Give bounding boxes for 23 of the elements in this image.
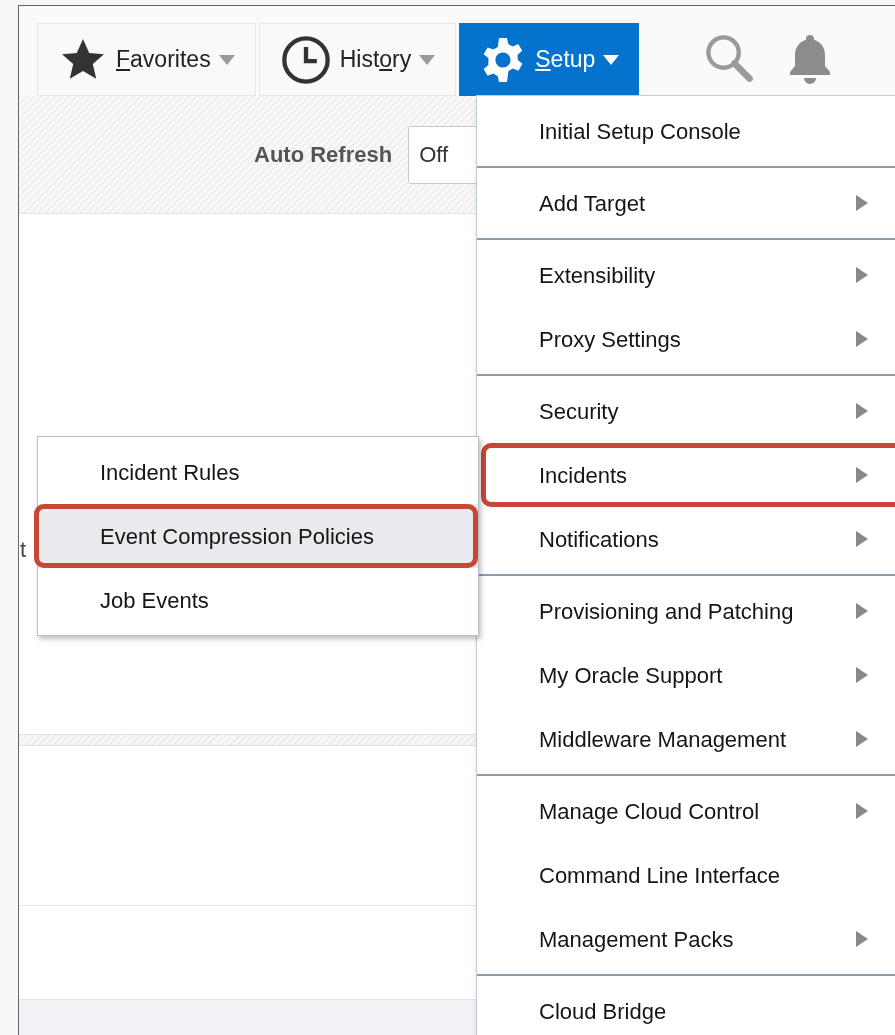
menu-item[interactable]: Job Events	[38, 568, 478, 632]
menu-item[interactable]: Incident Rules	[38, 440, 478, 504]
menu-item[interactable]: Notifications	[477, 507, 895, 571]
toolbar-menu-button[interactable]: Favorites	[37, 23, 256, 96]
menu-item[interactable]: Extensibility	[477, 243, 895, 307]
caret-icon	[603, 53, 620, 66]
menu-item[interactable]: Security	[477, 379, 895, 443]
auto-refresh-label: Auto Refresh	[254, 141, 393, 169]
menu-item[interactable]: Cloud Bridge	[477, 979, 895, 1035]
clock-icon	[279, 33, 332, 86]
menu-item[interactable]: Incidents	[477, 443, 895, 507]
toolbar-menu-button[interactable]: History	[258, 23, 457, 96]
partial-text: t	[20, 535, 27, 564]
menu-item[interactable]: Manage Cloud Control	[477, 779, 895, 843]
menu-item[interactable]: Proxy Settings	[477, 307, 895, 371]
menu-item[interactable]: Middleware Management	[477, 707, 895, 771]
caret-icon	[218, 53, 235, 66]
menu-item[interactable]: Provisioning and Patching	[477, 579, 895, 643]
menu-item[interactable]: My Oracle Support	[477, 643, 895, 707]
menu-item[interactable]: Management Packs	[477, 907, 895, 971]
caret-icon	[419, 53, 436, 66]
menu-item[interactable]: Command Line Interface	[477, 843, 895, 907]
toolbar-menu-button[interactable]: Setup	[459, 23, 640, 96]
